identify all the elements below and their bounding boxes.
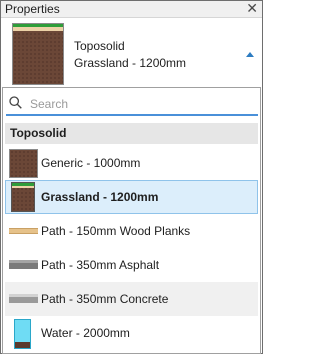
list-item-label: Path - 150mm Wood Planks xyxy=(41,224,191,238)
panel-title: Properties xyxy=(5,2,60,16)
list-item-label: Path - 350mm Concrete xyxy=(41,292,169,306)
list-item-label: Water - 2000mm xyxy=(41,326,130,340)
grassland-preview-swatch xyxy=(12,23,64,85)
grassland-swatch xyxy=(11,182,35,212)
concrete-swatch xyxy=(9,294,38,303)
close-icon[interactable]: ✕ xyxy=(246,0,258,17)
list-item-asphalt[interactable]: Path - 350mm Asphalt xyxy=(5,248,258,282)
list-item-generic-1000mm[interactable]: Generic - 1000mm xyxy=(5,146,258,180)
search-icon xyxy=(9,96,22,109)
asphalt-swatch xyxy=(9,260,38,269)
group-header-toposolid: Toposolid xyxy=(5,123,258,144)
search-input[interactable]: Search xyxy=(6,91,258,116)
type-selector[interactable]: Toposolid Grassland - 1200mm xyxy=(1,19,262,91)
water-swatch xyxy=(14,319,31,349)
type-name: Grassland - 1200mm xyxy=(74,56,187,70)
generic-soil-swatch xyxy=(9,149,38,178)
list-item-label: Grassland - 1200mm xyxy=(41,190,159,204)
group-header-label: Toposolid xyxy=(10,126,67,140)
properties-panel: Properties ✕ Toposolid Grassland - 1200m… xyxy=(0,0,263,354)
title-bar: Properties ✕ xyxy=(1,0,262,18)
search-placeholder: Search xyxy=(30,97,69,111)
list-item-concrete[interactable]: Path - 350mm Concrete xyxy=(5,282,258,316)
type-selector-text: Toposolid Grassland - 1200mm xyxy=(74,38,186,72)
list-item-label: Path - 350mm Asphalt xyxy=(41,258,160,272)
list-item-label: Generic - 1000mm xyxy=(41,156,141,170)
type-list: Generic - 1000mm Grassland - 1200mm Path… xyxy=(3,146,260,350)
type-dropdown-list: Search Toposolid Generic - 1000mm Grassl… xyxy=(2,87,261,354)
type-category: Toposolid xyxy=(74,39,125,53)
list-item-grassland-1200mm[interactable]: Grassland - 1200mm xyxy=(5,180,258,214)
wood-planks-swatch xyxy=(9,228,38,234)
list-item-water-2000mm[interactable]: Water - 2000mm xyxy=(5,316,258,350)
triangle-up-icon[interactable] xyxy=(246,52,254,57)
list-item-wood-planks[interactable]: Path - 150mm Wood Planks xyxy=(5,214,258,248)
